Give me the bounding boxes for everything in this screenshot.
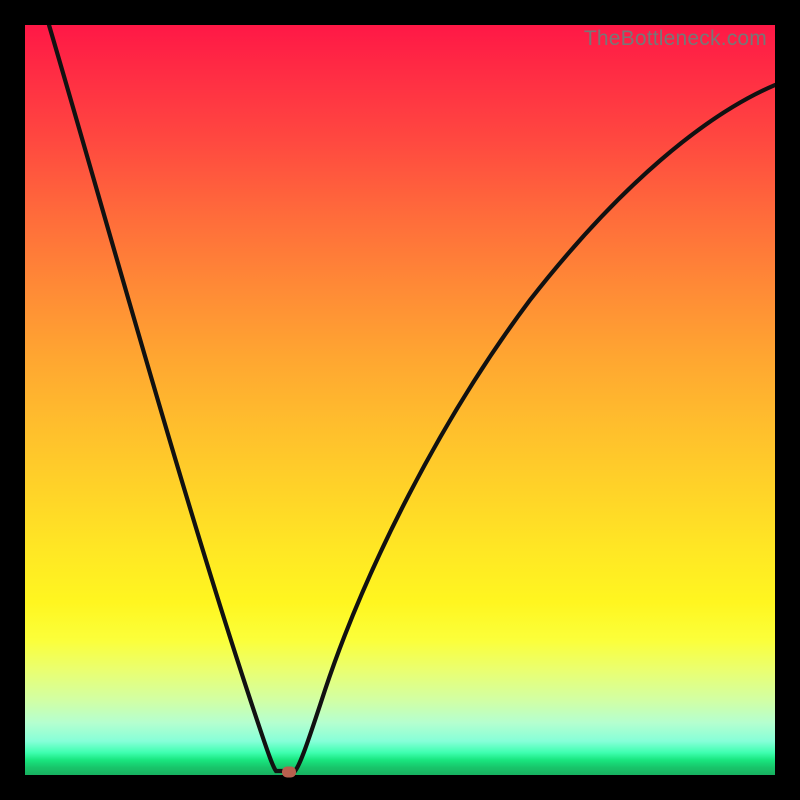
bottleneck-curve — [25, 25, 775, 775]
watermark-text: TheBottleneck.com — [584, 27, 767, 51]
chart-plot-area: TheBottleneck.com — [25, 25, 775, 775]
curve-path — [49, 25, 775, 771]
optimal-point-marker — [282, 767, 296, 778]
